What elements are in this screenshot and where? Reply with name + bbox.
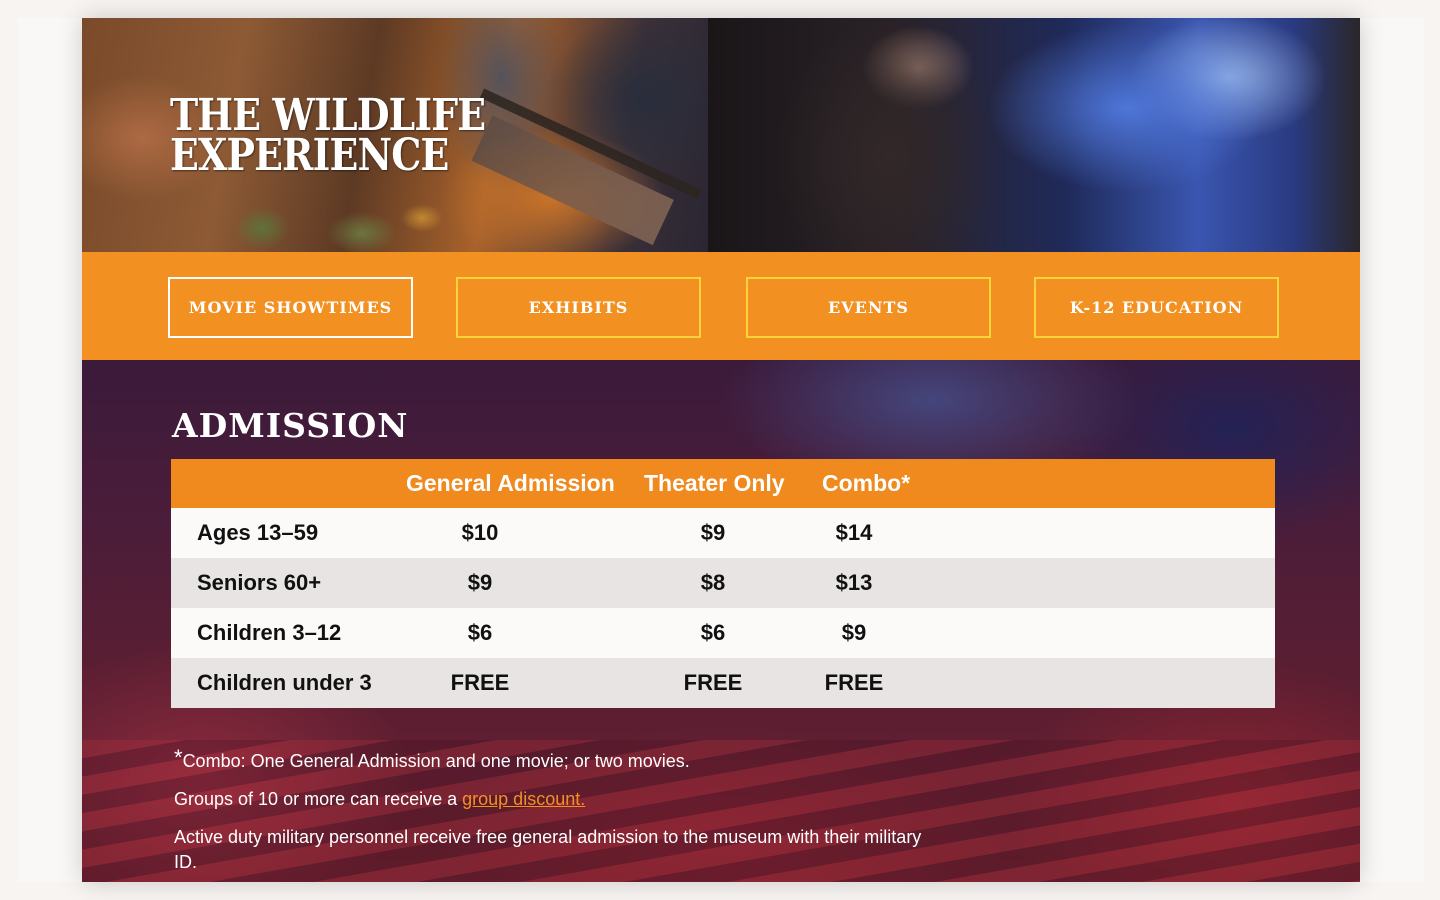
admission-price-table: General Admission Theater Only Combo* Ag… xyxy=(171,459,1275,708)
row-spacer xyxy=(972,608,1275,658)
group-note: Groups of 10 or more can receive a group… xyxy=(174,787,934,812)
group-discount-link[interactable]: group discount. xyxy=(462,789,585,809)
row-label: Seniors 60+ xyxy=(197,570,322,595)
hero-title-line2: EXPERIENCE xyxy=(170,130,449,181)
row-label: Children under 3 xyxy=(197,670,372,695)
column-header-general-admission: General Admission xyxy=(406,470,615,496)
page: THE WILDLIFE EXPERIENCE MOVIE SHOWTIMES … xyxy=(82,18,1360,882)
combo-note-text: Combo: One General Admission and one mov… xyxy=(182,751,690,771)
column-header-theater-only: Theater Only xyxy=(644,470,785,496)
row-spacer xyxy=(972,658,1275,708)
combo-note: *Combo: One General Admission and one mo… xyxy=(174,745,934,774)
nav-button-movie-showtimes[interactable]: MOVIE SHOWTIMES xyxy=(168,277,413,338)
price-theater: FREE xyxy=(683,670,743,695)
column-header-combo: Combo* xyxy=(822,470,911,496)
section-nav: MOVIE SHOWTIMES EXHIBITS EVENTS K-12 EDU… xyxy=(82,252,1360,360)
column-header-spacer xyxy=(972,459,1275,508)
price-combo: $9 xyxy=(841,620,867,645)
price-general: $10 xyxy=(461,520,499,545)
price-combo: FREE xyxy=(824,670,884,695)
group-note-text: Groups of 10 or more can receive a xyxy=(174,789,463,809)
nav-button-events[interactable]: EVENTS xyxy=(746,277,991,338)
admission-section: ADMISSION General Admission Theater Only… xyxy=(82,360,1360,882)
row-spacer xyxy=(972,558,1275,608)
table-header-row: General Admission Theater Only Combo* xyxy=(171,459,1275,508)
row-label: Children 3–12 xyxy=(197,620,342,645)
nav-button-exhibits[interactable]: EXHIBITS xyxy=(456,277,701,338)
price-combo: $14 xyxy=(835,520,873,545)
table-row: Children 3–12 $6 $6 $9 xyxy=(171,608,1275,658)
price-theater: $6 xyxy=(700,620,726,645)
hero-image-right xyxy=(708,18,1360,252)
price-general: $9 xyxy=(467,570,493,595)
price-theater: $8 xyxy=(700,570,726,595)
combo-asterisk: * xyxy=(174,745,183,770)
admission-notes: *Combo: One General Admission and one mo… xyxy=(174,745,934,882)
column-header-category xyxy=(171,459,406,508)
hero-plants xyxy=(202,188,462,252)
table-row: Children under 3 FREE FREE FREE xyxy=(171,658,1275,708)
military-note: Active duty military personnel receive f… xyxy=(174,827,922,872)
price-general: $6 xyxy=(467,620,493,645)
price-theater: $9 xyxy=(700,520,726,545)
hero-banner: THE WILDLIFE EXPERIENCE xyxy=(82,18,1360,252)
row-label: Ages 13–59 xyxy=(197,520,319,545)
price-combo: $13 xyxy=(835,570,873,595)
nav-button-k12-education[interactable]: K-12 EDUCATION xyxy=(1034,277,1279,338)
price-general: FREE xyxy=(450,670,510,695)
row-spacer xyxy=(972,508,1275,558)
admission-heading: ADMISSION xyxy=(172,406,409,445)
table-row: Ages 13–59 $10 $9 $14 xyxy=(171,508,1275,558)
table-row: Seniors 60+ $9 $8 $13 xyxy=(171,558,1275,608)
hero-title: THE WILDLIFE EXPERIENCE xyxy=(170,94,486,181)
